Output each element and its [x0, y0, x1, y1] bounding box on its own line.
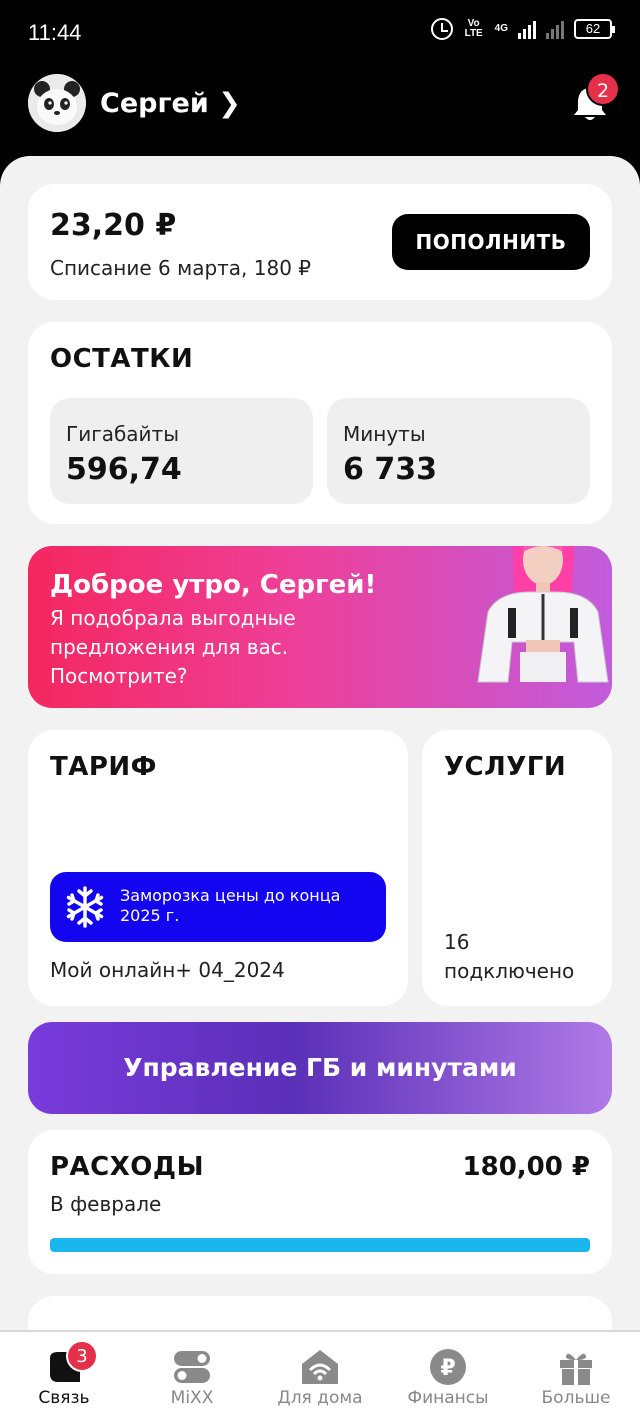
- signal-icon: [518, 19, 536, 39]
- services-card[interactable]: УСЛУГИ 16 подключено: [422, 730, 612, 1006]
- nav-item-more[interactable]: Больше: [512, 1332, 640, 1422]
- charge-info: Списание 6 марта, 180 ₽: [50, 256, 312, 280]
- expenses-title: РАСХОДЫ: [50, 1152, 205, 1182]
- promo-text: Я подобрала выгодные предложения для вас…: [50, 606, 296, 688]
- nav-item-svyaz[interactable]: 3 Связь: [0, 1332, 128, 1422]
- main-content: 23,20 ₽ Списание 6 марта, 180 ₽ ПОПОЛНИТ…: [0, 156, 640, 1336]
- battery-icon: 62: [574, 19, 615, 39]
- nav-item-home[interactable]: Для дома: [256, 1332, 384, 1422]
- price-freeze-text: Заморозка цены до конца 2025 г.: [120, 886, 341, 925]
- services-count: 16 подключено: [444, 930, 575, 983]
- nav-label: Для дома: [277, 1388, 363, 1408]
- remains-card: ОСТАТКИ Гигабайты 596,74 Минуты 6 733: [28, 322, 612, 524]
- expenses-amount: 180,00 ₽: [462, 1152, 590, 1182]
- promo-title: Доброе утро, Сергей!: [50, 570, 377, 600]
- minutes-value: 6 733: [343, 452, 437, 487]
- nav-label: Связь: [38, 1388, 90, 1408]
- services-title: УСЛУГИ: [444, 752, 567, 782]
- status-time: 11:44: [28, 20, 82, 45]
- topup-button[interactable]: ПОПОЛНИТЬ: [392, 214, 590, 270]
- minutes-tile[interactable]: Минуты 6 733: [327, 398, 590, 504]
- nav-item-mixx[interactable]: MiXX: [128, 1332, 256, 1422]
- promo-banner[interactable]: Доброе утро, Сергей! Я подобрала выгодны…: [28, 546, 612, 708]
- user-name: Сергей: [100, 88, 209, 119]
- panda-avatar-icon: [28, 74, 86, 132]
- profile-link[interactable]: Сергей ❯: [100, 88, 241, 119]
- mixx-icon: [174, 1351, 210, 1383]
- tariff-card[interactable]: ТАРИФ Заморозка цены до конца 2025 г. Мо…: [28, 730, 408, 1006]
- manage-gb-minutes-button[interactable]: Управление ГБ и минутами: [28, 1022, 612, 1114]
- nav-label: Финансы: [407, 1388, 489, 1408]
- ruble-icon: ₽: [430, 1349, 466, 1385]
- expenses-progress-fill: [50, 1238, 590, 1252]
- price-freeze-badge: Заморозка цены до конца 2025 г.: [50, 872, 386, 942]
- bottom-nav: 3 Связь MiXX Для дома ₽ Финансы Больше: [0, 1330, 640, 1422]
- status-bar: 11:44 Vo LTE 4G 62: [0, 0, 640, 64]
- balance-card[interactable]: 23,20 ₽ Списание 6 марта, 180 ₽ ПОПОЛНИТ…: [28, 184, 612, 300]
- expenses-card[interactable]: РАСХОДЫ 180,00 ₽ В феврале: [28, 1130, 612, 1274]
- gigabytes-label: Гигабайты: [66, 422, 179, 446]
- tariff-title: ТАРИФ: [50, 752, 157, 782]
- snowflake-icon: [66, 886, 104, 928]
- gigabytes-value: 596,74: [66, 452, 182, 487]
- nav-label: MiXX: [170, 1388, 214, 1408]
- chevron-right-icon: ❯: [218, 88, 241, 119]
- network-type: 4G: [494, 23, 508, 34]
- avatar[interactable]: [28, 74, 86, 132]
- assistant-illustration: [477, 546, 609, 683]
- gigabytes-tile[interactable]: Гигабайты 596,74: [50, 398, 313, 504]
- nav-item-finance[interactable]: ₽ Финансы: [384, 1332, 512, 1422]
- signal-2-icon: [546, 19, 564, 39]
- expenses-period: В феврале: [50, 1192, 162, 1216]
- status-icons: Vo LTE 4G 62: [430, 18, 615, 40]
- app-header: Сергей ❯: [0, 66, 640, 156]
- volte-indicator: Vo LTE: [463, 19, 485, 39]
- balance-amount: 23,20 ₽: [50, 208, 177, 243]
- home-wifi-icon: [302, 1350, 338, 1384]
- expenses-progress-bar: [50, 1238, 590, 1252]
- notifications-badge: 2: [586, 72, 620, 106]
- alarm-icon: [430, 18, 453, 40]
- volte-label: Vo LTE: [464, 18, 483, 39]
- tariff-name: Мой онлайн+ 04_2024: [50, 958, 285, 982]
- nav-badge: 3: [66, 1340, 98, 1372]
- nav-label: Больше: [541, 1388, 611, 1408]
- gift-icon: [560, 1353, 592, 1385]
- remains-title: ОСТАТКИ: [50, 344, 194, 374]
- svg-text:₽: ₽: [440, 1356, 455, 1381]
- minutes-label: Минуты: [343, 422, 426, 446]
